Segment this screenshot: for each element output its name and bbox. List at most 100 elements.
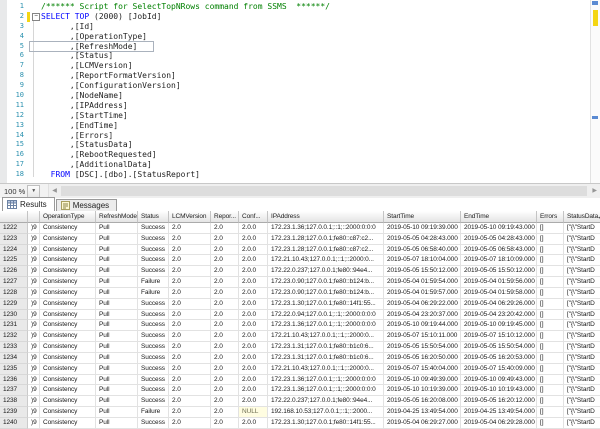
grid-cell[interactable]: Pull (96, 234, 138, 245)
grid-cell[interactable]: Failure (138, 277, 169, 288)
grid-cell[interactable]: 2.0.0 (239, 418, 268, 429)
column-header[interactable] (0, 211, 28, 223)
row-header[interactable]: 1230 (0, 310, 28, 321)
grid-cell[interactable]: ["{\"StartD (564, 223, 600, 234)
grid-cell[interactable]: Success (138, 255, 169, 266)
grid-cell[interactable]: 2019-05-04 06:29:22.000 (384, 299, 461, 310)
row-header[interactable]: 1231 (0, 320, 28, 331)
grid-cell[interactable]: )9 (28, 385, 40, 396)
grid-cell[interactable]: Success (138, 331, 169, 342)
grid-cell[interactable]: 2.0.0 (239, 353, 268, 364)
column-header[interactable]: OperationType (40, 211, 96, 223)
grid-cell[interactable]: 2.0 (211, 299, 239, 310)
grid-cell[interactable]: 172.23.0.90;127.0.0.1;fe80::b124:b... (268, 277, 384, 288)
grid-cell[interactable]: 2.0.0 (239, 299, 268, 310)
grid-cell[interactable]: 2.0.0 (239, 310, 268, 321)
row-header[interactable]: 1233 (0, 342, 28, 353)
grid-cell[interactable]: Pull (96, 331, 138, 342)
grid-cell[interactable]: 2019-05-04 23:20:37.000 (384, 310, 461, 321)
grid-cell[interactable]: [] (537, 407, 564, 418)
grid-cell[interactable]: Pull (96, 320, 138, 331)
grid-cell[interactable]: 2019-05-04 01:59:58.000 (461, 288, 537, 299)
grid-cell[interactable]: [] (537, 353, 564, 364)
grid-cell[interactable]: Failure (138, 407, 169, 418)
grid-cell[interactable]: 2.0.0 (239, 320, 268, 331)
zoom-dropdown-button[interactable]: ▼ (27, 185, 40, 198)
grid-cell[interactable]: )9 (28, 418, 40, 429)
grid-cell[interactable]: [] (537, 288, 564, 299)
grid-cell[interactable]: 2.0 (169, 364, 211, 375)
grid-cell[interactable]: )9 (28, 223, 40, 234)
grid-cell[interactable]: ["{\"StartD (564, 407, 600, 418)
grid-cell[interactable]: ["{\"StartD (564, 342, 600, 353)
grid-cell[interactable]: 2019-05-07 15:10:11.000 (384, 331, 461, 342)
column-header[interactable]: Conf... (239, 211, 268, 223)
grid-cell[interactable]: [] (537, 299, 564, 310)
grid-cell[interactable]: Success (138, 375, 169, 386)
grid-cell[interactable]: Pull (96, 364, 138, 375)
grid-cell[interactable]: ["{\"StartD (564, 353, 600, 364)
grid-cell[interactable]: 192.168.10.53;127.0.0.1;::1;::2000... (268, 407, 384, 418)
grid-cell[interactable]: Consistency (40, 223, 96, 234)
grid-cell[interactable]: Consistency (40, 266, 96, 277)
grid-cell[interactable]: 2.0 (169, 245, 211, 256)
grid-cell[interactable]: )9 (28, 331, 40, 342)
grid-cell[interactable]: [] (537, 342, 564, 353)
grid-cell[interactable]: 2.0.0 (239, 385, 268, 396)
grid-cell[interactable]: 172.23.1.28;127.0.0.1;fe80::c87:c2... (268, 234, 384, 245)
column-header[interactable]: Errors (537, 211, 564, 223)
row-header[interactable]: 1236 (0, 375, 28, 386)
grid-cell[interactable]: Pull (96, 223, 138, 234)
row-header[interactable]: 1224 (0, 245, 28, 256)
grid-cell[interactable]: Consistency (40, 245, 96, 256)
grid-cell[interactable]: ["{\"StartD (564, 277, 600, 288)
grid-cell[interactable]: 2019-05-10 09:19:39.000 (384, 223, 461, 234)
grid-cell[interactable]: Pull (96, 342, 138, 353)
grid-cell[interactable]: Consistency (40, 342, 96, 353)
grid-cell[interactable]: Success (138, 310, 169, 321)
column-header[interactable]: Status (138, 211, 169, 223)
grid-cell[interactable]: Consistency (40, 277, 96, 288)
grid-cell[interactable]: 2.0 (169, 353, 211, 364)
grid-cell[interactable]: Consistency (40, 288, 96, 299)
grid-cell[interactable]: Pull (96, 266, 138, 277)
grid-cell[interactable]: 2.0 (169, 396, 211, 407)
grid-cell[interactable]: 2.0.0 (239, 375, 268, 386)
grid-cell[interactable]: 172.22.0.237;127.0.0.1;fe80::94e4... (268, 396, 384, 407)
grid-cell[interactable]: 2.0 (169, 342, 211, 353)
grid-cell[interactable]: Consistency (40, 234, 96, 245)
grid-cell[interactable]: 2019-05-05 16:20:53.000 (461, 353, 537, 364)
grid-cell[interactable]: ["{\"StartD (564, 364, 600, 375)
grid-cell[interactable]: Success (138, 385, 169, 396)
collapse-minus-icon[interactable]: − (32, 13, 40, 21)
grid-cell[interactable]: 2.0 (211, 418, 239, 429)
grid-cell[interactable]: Consistency (40, 331, 96, 342)
editor-horizontal-scrollbar[interactable]: ◀ ▶ (48, 184, 600, 198)
grid-cell[interactable]: [] (537, 331, 564, 342)
grid-cell[interactable]: Consistency (40, 418, 96, 429)
grid-cell[interactable]: )9 (28, 245, 40, 256)
grid-cell[interactable]: Success (138, 396, 169, 407)
row-header[interactable]: 1225 (0, 255, 28, 266)
grid-cell[interactable]: 2.0 (211, 396, 239, 407)
grid-cell[interactable]: Pull (96, 245, 138, 256)
grid-cell[interactable]: [] (537, 364, 564, 375)
grid-cell[interactable]: 2019-05-05 16:20:08.000 (384, 396, 461, 407)
grid-cell[interactable]: 2.0.0 (239, 288, 268, 299)
grid-cell[interactable]: Success (138, 364, 169, 375)
column-header[interactable]: StatusData◄ (564, 211, 600, 223)
grid-cell[interactable]: 2019-05-07 15:40:09.000 (461, 364, 537, 375)
scroll-right-icon[interactable]: ▶ (592, 188, 597, 195)
grid-cell[interactable]: ["{\"StartD (564, 331, 600, 342)
row-header[interactable]: 1234 (0, 353, 28, 364)
grid-cell[interactable]: 2.0 (169, 375, 211, 386)
grid-cell[interactable]: 2.0 (169, 288, 211, 299)
grid-cell[interactable]: 2019-05-10 10:19:43.000 (461, 385, 537, 396)
grid-cell[interactable]: [] (537, 223, 564, 234)
grid-cell[interactable]: Success (138, 245, 169, 256)
grid-cell[interactable]: 2019-04-25 13:49:54.000 (384, 407, 461, 418)
grid-cell[interactable]: Consistency (40, 353, 96, 364)
grid-cell[interactable]: 172.21.10.43;127.0.0.1;::1;::2000:0... (268, 364, 384, 375)
grid-cell[interactable]: [] (537, 310, 564, 321)
grid-cell[interactable]: ["{\"StartD (564, 320, 600, 331)
